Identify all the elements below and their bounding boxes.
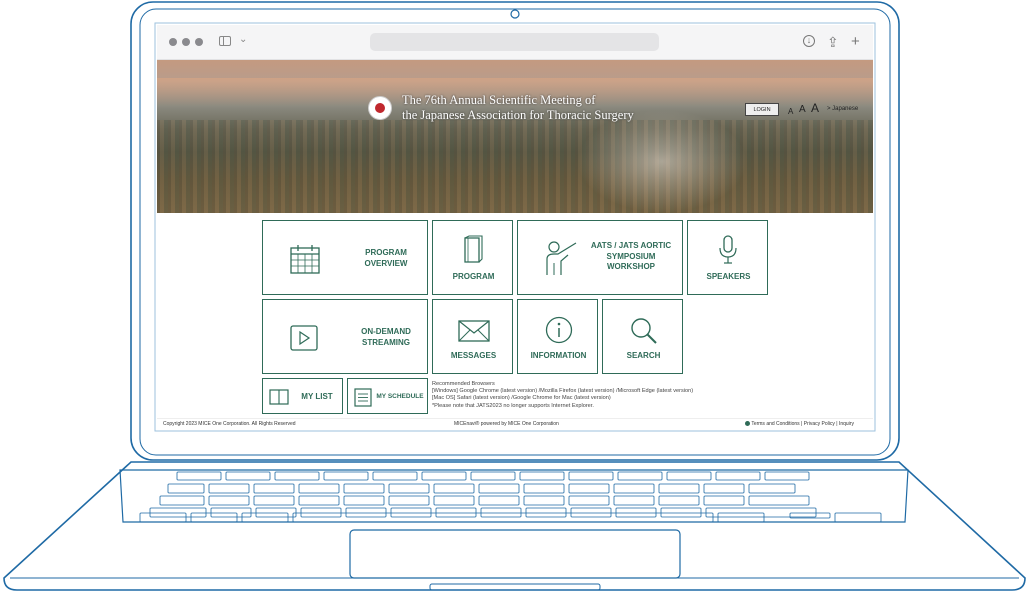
privacy-link[interactable]: Privacy Policy [804, 421, 835, 427]
meeting-title: The 76th Annual Scientific Meeting of th… [402, 93, 634, 122]
program-tile[interactable]: PROGRAM [432, 220, 513, 295]
open-book-icon [269, 389, 289, 405]
new-tab-icon[interactable]: + [851, 33, 860, 51]
font-size-small-button[interactable]: A [788, 106, 793, 118]
program-overview-tile[interactable]: PROGRAM OVERVIEW [262, 220, 428, 295]
information-label: INFORMATION [530, 351, 587, 360]
address-bar[interactable] [370, 33, 659, 51]
search-icon [631, 318, 657, 344]
window-minimize-dot[interactable] [182, 38, 190, 46]
on-demand-streaming-tile[interactable]: ON-DEMAND STREAMING [262, 299, 428, 374]
inquiry-link[interactable]: Inquiry [839, 421, 854, 427]
messages-tile[interactable]: MESSAGES [432, 299, 513, 374]
messages-label: MESSAGES [450, 351, 497, 360]
chevron-down-icon[interactable]: ⌄ [239, 34, 247, 45]
search-label: SEARCH [626, 351, 661, 360]
program-overview-label: PROGRAM OVERVIEW [364, 248, 408, 268]
aats-jats-workshop-tile[interactable]: AATS / JATS AORTIC SYMPOSIUM WORKSHOP [517, 220, 683, 295]
copyright-text: Copyright 2023 MICE One Corporation. All… [163, 421, 296, 427]
page-footer: Copyright 2023 MICE One Corporation. All… [157, 418, 873, 429]
calendar-icon [290, 245, 320, 274]
login-button[interactable]: LOGIN [745, 103, 779, 116]
aats-jats-workshop-label: AATS / JATS AORTIC SYMPOSIUM WORKSHOP [590, 241, 672, 271]
play-icon [290, 325, 318, 351]
my-schedule-label: MY SCHEDULE [376, 393, 424, 400]
download-icon[interactable]: ↓ [803, 35, 815, 47]
font-size-medium-button[interactable]: A [799, 104, 806, 116]
hero-banner: The 76th Annual Scientific Meeting of th… [157, 60, 873, 213]
window-zoom-dot[interactable] [195, 38, 203, 46]
browser-toolbar: ⌄ ↓ ⇪ + [157, 25, 873, 60]
envelope-icon [458, 320, 490, 342]
my-list-label: MY LIST [301, 392, 333, 401]
recommended-browsers-note: Recommended Browsers [Windows] Google Ch… [432, 381, 694, 409]
info-icon [545, 316, 573, 344]
terms-link[interactable]: Terms and Conditions [751, 421, 799, 427]
microphone-icon [719, 235, 737, 264]
browser-screen: ⌄ ↓ ⇪ + The 76th Annual Scientific Meeti… [157, 25, 873, 429]
association-logo[interactable] [368, 96, 392, 120]
speakers-label: SPEAKERS [706, 272, 751, 281]
japanese-language-link[interactable]: > Japanese [827, 106, 858, 112]
window-close-dot[interactable] [169, 38, 177, 46]
book-icon [464, 235, 483, 263]
on-demand-streaming-label: ON-DEMAND STREAMING [361, 327, 411, 347]
share-icon[interactable]: ⇪ [827, 33, 839, 51]
presenter-icon [546, 241, 577, 275]
footer-links: Terms and Conditions | Privacy Policy | … [745, 421, 854, 427]
my-schedule-button[interactable]: MY SCHEDULE [347, 378, 428, 414]
program-label: PROGRAM [452, 272, 495, 281]
schedule-list-icon [354, 388, 372, 407]
speakers-tile[interactable]: SPEAKERS [687, 220, 768, 295]
powered-by-text: MICEnavi® powered by MICE One Corporatio… [454, 421, 559, 427]
information-tile[interactable]: INFORMATION [517, 299, 598, 374]
search-tile[interactable]: SEARCH [602, 299, 683, 374]
question-icon [745, 421, 750, 427]
my-list-button[interactable]: MY LIST [262, 378, 343, 414]
lung-graphic [577, 110, 747, 213]
font-size-large-button[interactable]: A [811, 102, 819, 114]
sidebar-toggle-icon[interactable] [219, 36, 231, 46]
